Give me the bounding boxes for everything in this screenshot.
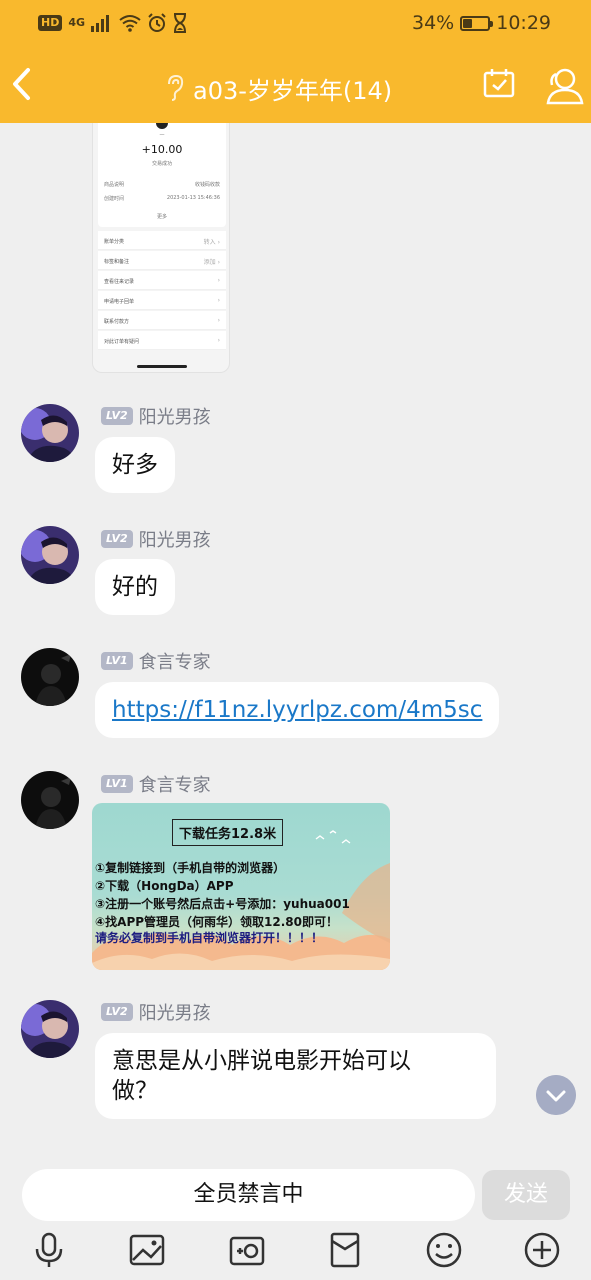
sender-info: LV2 阳光男孩 [101,403,211,429]
screenshot-amount: +10.00 [141,143,183,156]
send-button[interactable]: 发送 [482,1170,570,1220]
transaction-card: 一 +10.00 交易成功 商品说明 收钱码收款 创建时间 2023-01-13… [98,123,226,227]
poster-title: 下载任务12.8米 [172,819,284,846]
screenshot-menu-row: 联系付款方 › [98,311,226,330]
ear-icon [168,74,184,101]
hourglass-icon [174,13,187,33]
emoji-icon[interactable] [424,1230,464,1270]
screenshot-menu-row: 查看往来记录 › [98,271,226,290]
top-bar: HD 4G 34% 10:29 a03-岁岁年年(14) [0,0,591,123]
screenshot-menu-row: 申请电子回单 › [98,291,226,310]
microphone-icon[interactable] [29,1230,69,1270]
chat-title[interactable]: a03-岁岁年年(14) [165,70,392,106]
back-arrow-icon[interactable] [8,64,36,104]
wifi-icon [119,15,141,32]
sender-info: LV1 食言专家 [101,771,211,797]
avatar[interactable] [21,648,79,706]
calendar-check-icon[interactable] [482,66,516,100]
status-bar: HD 4G 34% 10:29 [0,0,591,50]
avatar[interactable] [21,1000,79,1058]
level-badge: LV2 [101,530,133,548]
sender-name[interactable]: 阳光男孩 [139,403,211,429]
hd-indicator: HD [38,15,63,31]
camera-icon[interactable] [227,1230,267,1270]
sender-name[interactable]: 食言专家 [139,648,211,674]
home-indicator [137,365,187,368]
sender-name[interactable]: 阳光男孩 [139,999,211,1025]
level-badge: LV1 [101,652,133,670]
screenshot-status: 交易成功 [151,161,172,167]
message-bubble[interactable]: 好多 [95,437,175,493]
group-title: a03-岁岁年年(14) [193,76,393,105]
sender-info: LV2 阳光男孩 [101,526,211,552]
battery-percent: 34% [412,12,455,34]
chevron-down-icon[interactable] [536,1075,576,1115]
poster-line: ③注册一个账号然后点击+号添加：yuhua001 [95,897,350,911]
sender-info: LV1 食言专家 [101,648,211,674]
poster-line: ④找APP管理员（何雨华）领取12.80即可！ [95,915,338,929]
red-packet-icon[interactable] [325,1230,365,1270]
level-badge: LV2 [101,407,133,425]
sender-name[interactable]: 阳光男孩 [139,526,211,552]
clock: 10:29 [496,12,551,34]
group-members-icon[interactable] [543,66,585,106]
poster-line: 请务必复制到手机自带浏览器打开！！！！ [95,931,324,945]
link-message[interactable]: https://f11nz.lyyrlpz.com/4m5sc [95,682,500,738]
screenshot-menu-row: 账单分类 转入 › [98,231,226,250]
signal-icon [91,15,110,32]
battery-icon [460,15,494,31]
poster-image[interactable]: 下载任务12.8米 ①复制链接到（手机自带的浏览器） ②下载（HongDa）AP… [92,803,390,970]
sender-info: LV2 阳光男孩 [101,999,211,1025]
avatar[interactable] [21,771,79,829]
screenshot-menu-row: 对此订单有疑问 › [98,331,226,350]
poster-line: ②下载（HongDa）APP [95,879,234,893]
poster-line: ①复制链接到（手机自带的浏览器） [95,861,286,875]
shared-screenshot-image[interactable]: 一 +10.00 交易成功 商品说明 收钱码收款 创建时间 2023-01-13… [92,123,230,373]
payer-avatar [156,123,168,129]
screenshot-menu-row: 标签和备注 添加 › [98,251,226,270]
plus-icon[interactable] [522,1230,562,1270]
image-icon[interactable] [127,1230,167,1270]
alarm-icon [148,13,166,32]
network-type: 4G [68,16,86,29]
avatar[interactable] [21,404,79,462]
level-badge: LV1 [101,775,133,793]
message-bubble[interactable]: 意思是从小胖说电影开始可以 做？ [95,1033,496,1119]
sender-name[interactable]: 食言专家 [139,771,211,797]
message-bubble[interactable]: 好的 [95,559,175,615]
level-badge: LV2 [101,1003,133,1021]
muted-input: 全员禁言中 [22,1169,475,1221]
avatar[interactable] [21,526,79,584]
